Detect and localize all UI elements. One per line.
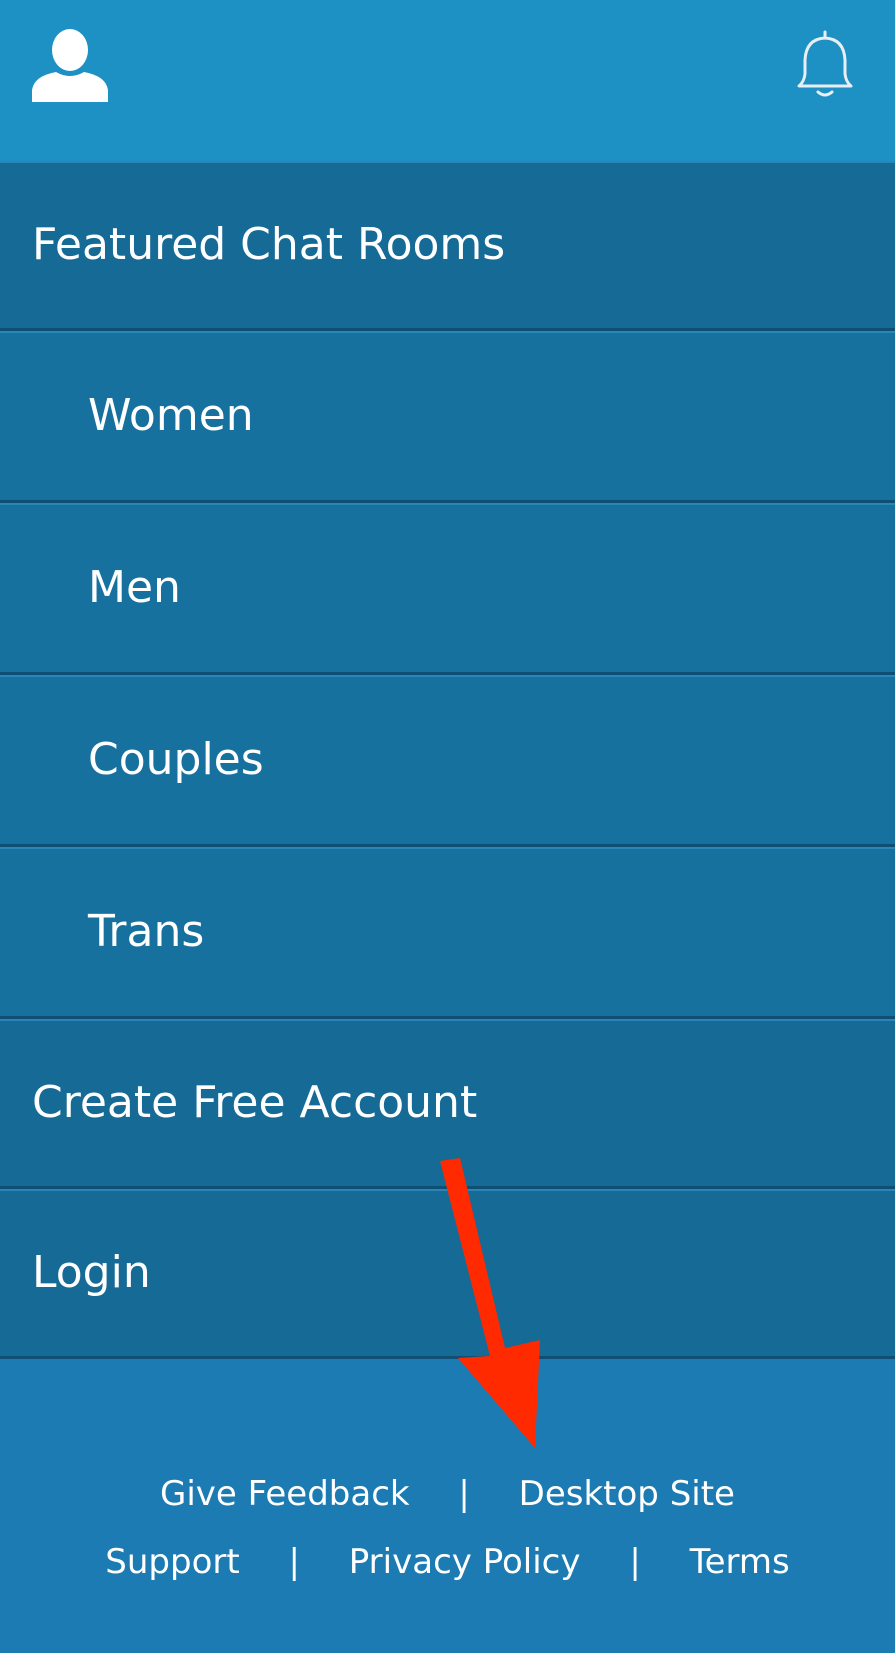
menu-item-men[interactable]: Men	[0, 503, 895, 675]
menu-item-label: Login	[32, 1247, 151, 1298]
footer-separator: |	[629, 1542, 641, 1582]
privacy-policy-link[interactable]: Privacy Policy	[349, 1542, 581, 1582]
user-icon[interactable]	[32, 28, 108, 102]
menu-item-label: Women	[88, 390, 254, 441]
bell-icon[interactable]	[796, 30, 854, 100]
app-header	[0, 0, 895, 161]
menu-item-women[interactable]: Women	[0, 331, 895, 503]
footer-row-secondary: Support | Privacy Policy | Terms	[0, 1542, 895, 1582]
menu-item-label: Create Free Account	[32, 1077, 478, 1128]
menu-item-featured-chat-rooms[interactable]: Featured Chat Rooms	[0, 161, 895, 331]
menu-item-label: Trans	[88, 906, 205, 957]
menu-item-trans[interactable]: Trans	[0, 847, 895, 1019]
menu-item-label: Men	[88, 562, 181, 613]
footer-row-primary: Give Feedback | Desktop Site	[0, 1474, 895, 1514]
side-menu: Featured Chat Rooms Women Men Couples Tr…	[0, 161, 895, 1359]
desktop-site-link[interactable]: Desktop Site	[519, 1474, 735, 1514]
support-link[interactable]: Support	[105, 1542, 239, 1582]
menu-item-login[interactable]: Login	[0, 1189, 895, 1359]
footer-separator: |	[458, 1474, 470, 1514]
menu-item-label: Couples	[88, 734, 264, 785]
terms-link[interactable]: Terms	[690, 1542, 790, 1582]
menu-item-couples[interactable]: Couples	[0, 675, 895, 847]
footer-separator: |	[288, 1542, 300, 1582]
footer: Give Feedback | Desktop Site Support | P…	[0, 1364, 895, 1653]
menu-item-label: Featured Chat Rooms	[32, 219, 506, 270]
menu-item-create-free-account[interactable]: Create Free Account	[0, 1019, 895, 1189]
give-feedback-link[interactable]: Give Feedback	[160, 1474, 410, 1514]
